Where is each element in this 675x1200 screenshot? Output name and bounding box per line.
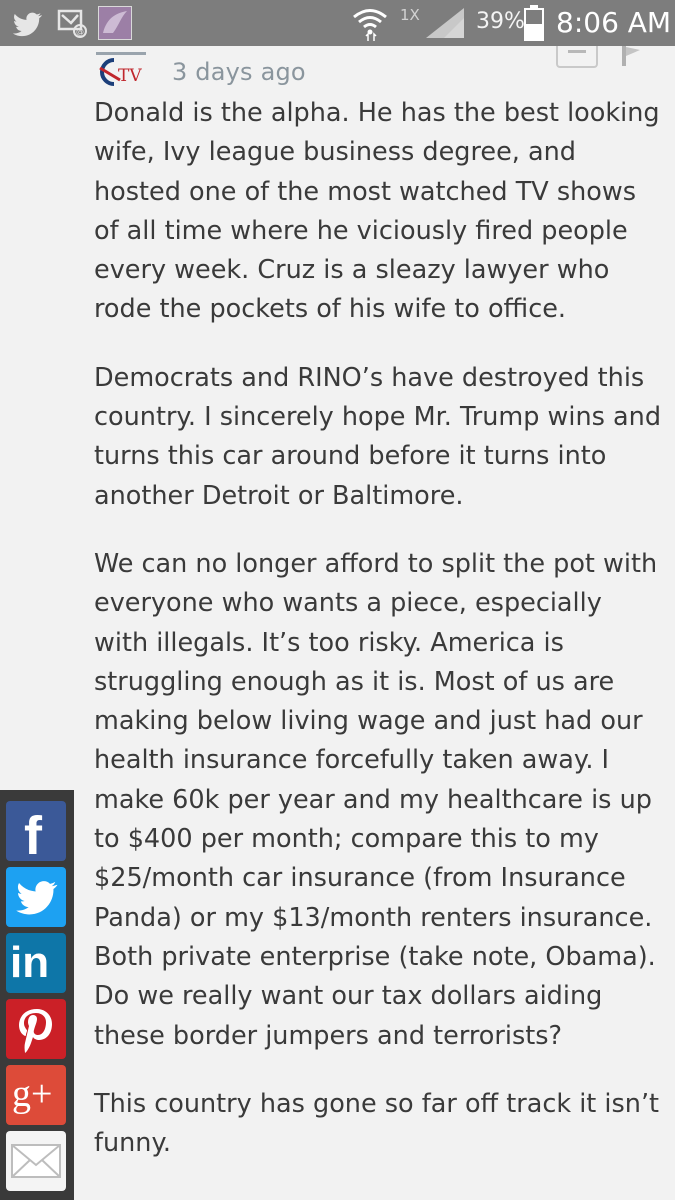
battery-icon: [524, 5, 544, 41]
share-facebook-button[interactable]: f: [6, 801, 66, 861]
pinterest-icon: [19, 1009, 52, 1053]
email-icon: [11, 1144, 61, 1178]
avatar[interactable]: TV: [92, 50, 152, 90]
facebook-icon: f: [24, 806, 42, 861]
share-pinterest-button[interactable]: [6, 999, 66, 1059]
share-google-plus-button[interactable]: g+: [6, 1065, 66, 1125]
comment-body: Donald is the alpha. He has the best loo…: [94, 94, 662, 1192]
clock: 8:06 AM: [556, 6, 672, 39]
roaming-indicator: 1X: [400, 6, 420, 24]
share-email-button[interactable]: [6, 1131, 66, 1191]
missed-call-icon: @: [57, 9, 87, 38]
collapse-button[interactable]: [556, 46, 598, 68]
wifi-icon: [353, 9, 387, 41]
comment-paragraph: We can no longer afford to split the pot…: [94, 548, 658, 1051]
share-rail: f in g+: [0, 790, 74, 1200]
twitter-icon: [16, 881, 58, 915]
battery-percent: 39%: [476, 9, 525, 34]
share-linkedin-button[interactable]: in: [6, 933, 66, 993]
twitter-icon: [12, 12, 43, 37]
avatar-text: TV: [118, 66, 142, 86]
flag-icon[interactable]: [620, 46, 642, 66]
comment-paragraph: This country has gone so far off track i…: [94, 1088, 660, 1159]
app-thumbnail: [98, 6, 132, 40]
share-twitter-button[interactable]: [6, 867, 66, 927]
signal-icon: [426, 8, 464, 38]
comment-timestamp[interactable]: 3 days ago: [172, 58, 306, 86]
google-plus-icon: g+: [12, 1073, 53, 1115]
comment-paragraph: Donald is the alpha. He has the best loo…: [94, 98, 660, 325]
comment-paragraph: Democrats and RINO’s have destroyed this…: [94, 362, 662, 511]
status-bar: @ 1X 39% 8:06 AM: [0, 0, 675, 46]
linkedin-icon: in: [10, 938, 50, 987]
svg-text:@: @: [76, 27, 84, 36]
